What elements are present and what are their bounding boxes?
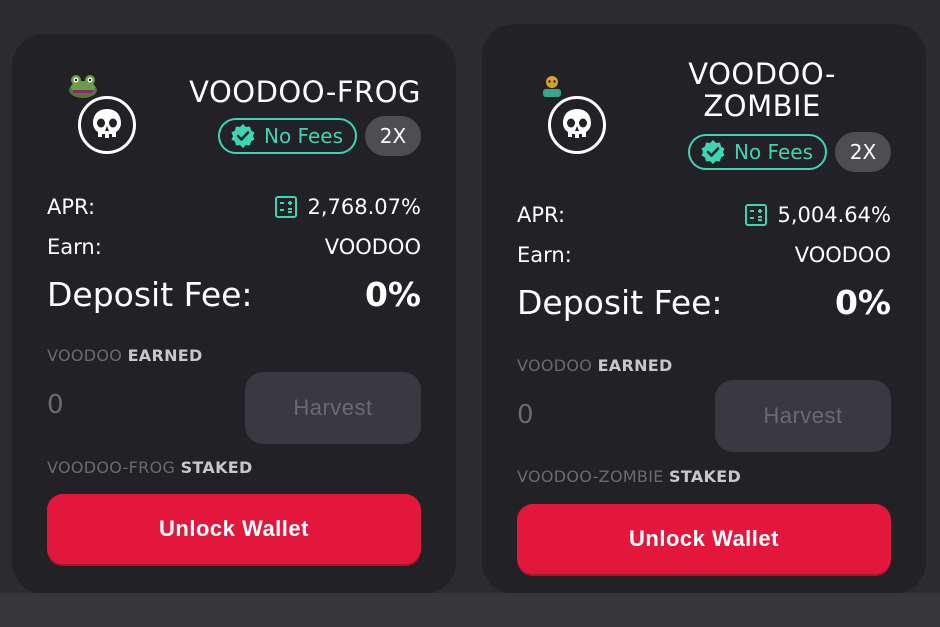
earned-token: VOODOO — [47, 346, 123, 365]
harvest-button[interactable]: Harvest — [715, 380, 891, 452]
staked-suffix: STAKED — [669, 467, 742, 486]
verified-check-icon — [700, 139, 726, 165]
voodoo-skull-avatar — [548, 96, 606, 154]
multiplier-badge: 2X — [835, 132, 891, 172]
unlock-wallet-button[interactable]: Unlock Wallet — [517, 504, 891, 574]
farm-badges: No Fees 2X — [218, 116, 421, 156]
farm-title: VOODOO-FROG — [189, 76, 421, 108]
staked-section-label: VOODOO-FROG STAKED — [47, 458, 253, 477]
multiplier-badge: 2X — [365, 116, 421, 156]
apr-label: APR: — [47, 195, 96, 219]
earn-row: Earn: VOODOO — [517, 240, 891, 270]
farm-card-voodoo-zombie: VOODOO- ZOMBIE No Fees 2X APR: 5,004.64%… — [482, 24, 926, 594]
apr-value: 2,768.07% — [307, 195, 421, 219]
frog-icon — [67, 70, 99, 100]
deposit-fee-label: Deposit Fee: — [517, 282, 723, 322]
no-fees-label: No Fees — [734, 140, 813, 164]
calculator-icon[interactable] — [274, 195, 298, 219]
apr-value-group: 5,004.64% — [744, 203, 891, 227]
deposit-fee-value: 0% — [834, 282, 891, 322]
staked-token: VOODOO-ZOMBIE — [517, 467, 664, 486]
apr-row: APR: 2,768.07% — [47, 192, 421, 222]
earn-row: Earn: VOODOO — [47, 232, 421, 262]
farm-title-line-2: ZOMBIE — [703, 89, 821, 123]
voodoo-skull-avatar — [78, 96, 136, 154]
apr-value: 5,004.64% — [777, 203, 891, 227]
page-footer-strip — [0, 593, 940, 627]
farm-title: VOODOO- ZOMBIE — [688, 58, 836, 122]
staked-token: VOODOO-FROG — [47, 458, 176, 477]
farm-title-line: VOODOO- — [688, 57, 836, 91]
no-fees-badge: No Fees — [688, 134, 827, 170]
deposit-fee-value: 0% — [364, 274, 421, 314]
earned-token: VOODOO — [517, 356, 593, 375]
skull-icon — [563, 109, 591, 138]
apr-value-group: 2,768.07% — [274, 195, 421, 219]
earned-suffix: EARNED — [127, 346, 203, 365]
skull-icon — [93, 109, 121, 138]
no-fees-label: No Fees — [264, 124, 343, 148]
earned-section-label: VOODOO EARNED — [517, 356, 673, 375]
staked-suffix: STAKED — [180, 458, 253, 477]
deposit-fee-row: Deposit Fee: 0% — [47, 272, 421, 316]
deposit-fee-row: Deposit Fee: 0% — [517, 280, 891, 324]
farm-badges: No Fees 2X — [688, 132, 891, 172]
staked-section-label: VOODOO-ZOMBIE STAKED — [517, 467, 741, 486]
earned-section-label: VOODOO EARNED — [47, 346, 203, 365]
earn-label: Earn: — [47, 235, 102, 259]
earn-label: Earn: — [517, 243, 572, 267]
verified-check-icon — [230, 123, 256, 149]
zombie-icon — [539, 74, 565, 100]
farms-page: VOODOO-FROG No Fees 2X APR: 2,768.07% Ea… — [0, 0, 940, 627]
farm-card-voodoo-frog: VOODOO-FROG No Fees 2X APR: 2,768.07% Ea… — [12, 34, 456, 594]
earn-value: VOODOO — [324, 235, 421, 259]
deposit-fee-label: Deposit Fee: — [47, 274, 253, 314]
farm-title-line: VOODOO-FROG — [189, 75, 421, 109]
apr-label: APR: — [517, 203, 566, 227]
earned-amount: 0 — [47, 390, 64, 420]
earned-amount: 0 — [517, 400, 534, 430]
unlock-wallet-button[interactable]: Unlock Wallet — [47, 494, 421, 564]
earn-value: VOODOO — [794, 243, 891, 267]
harvest-button[interactable]: Harvest — [245, 372, 421, 444]
calculator-icon[interactable] — [744, 203, 768, 227]
earned-suffix: EARNED — [597, 356, 673, 375]
no-fees-badge: No Fees — [218, 118, 357, 154]
apr-row: APR: 5,004.64% — [517, 200, 891, 230]
